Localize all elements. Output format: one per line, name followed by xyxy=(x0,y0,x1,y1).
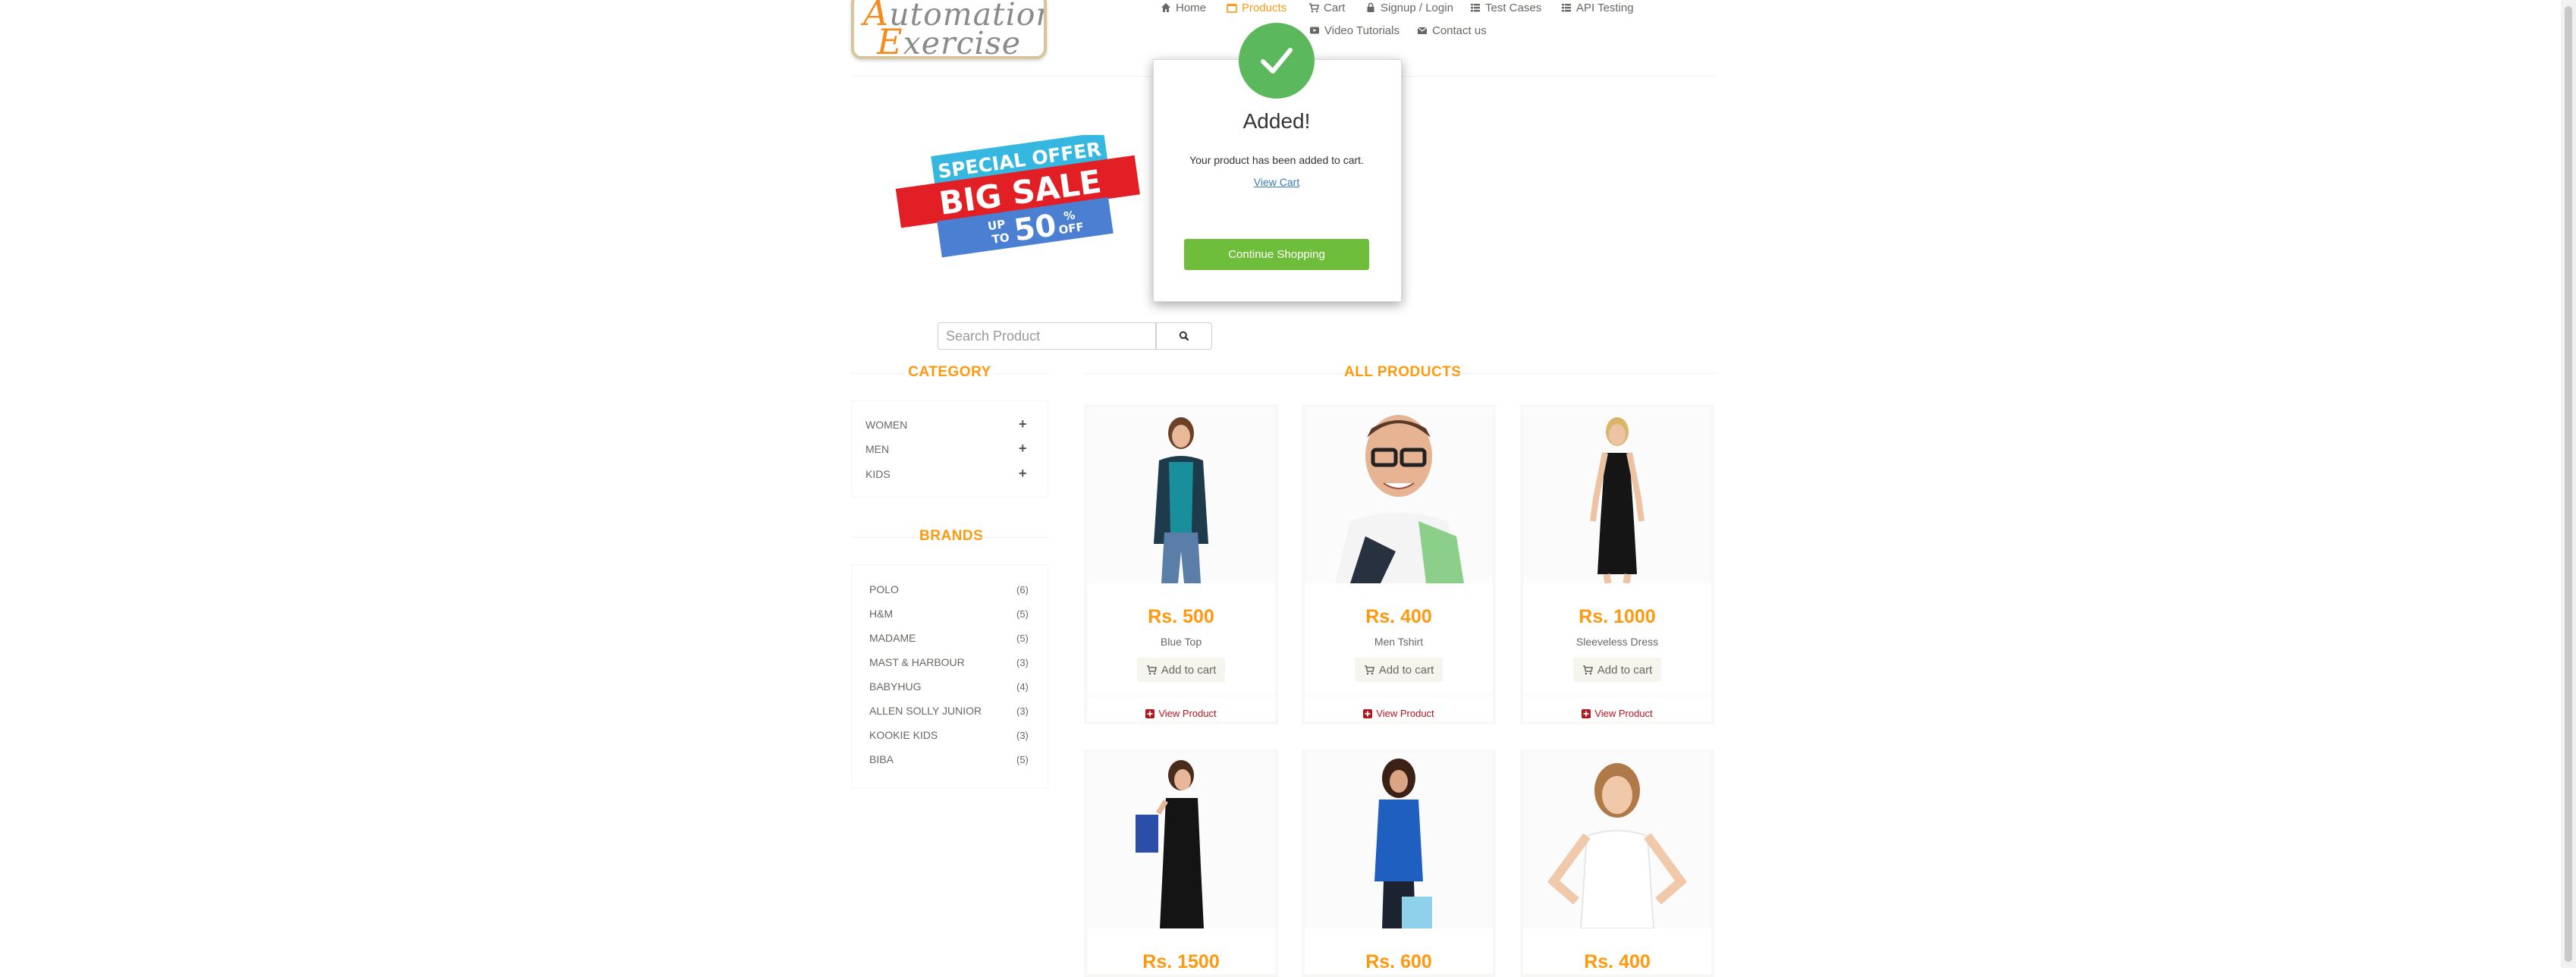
product-card: Rs. 500 Blue Top Add to cart View Produc… xyxy=(1084,404,1278,724)
brands-title: BRANDS xyxy=(919,528,984,544)
sale-banner: SPECIAL OFFER BIG SALE UP TO 50 % OFF xyxy=(895,135,1140,258)
lock-icon xyxy=(1367,2,1374,12)
modal-title: Added! xyxy=(1242,109,1311,133)
plus-icon[interactable]: + xyxy=(1019,416,1027,432)
nav-cart[interactable]: Cart xyxy=(1308,0,1345,15)
add-to-cart-button[interactable]: Add to cart xyxy=(1573,658,1661,682)
view-product-link[interactable]: View Product xyxy=(1523,708,1711,719)
brand-count: (5) xyxy=(1016,608,1029,620)
product-card: Rs. 600 xyxy=(1302,749,1496,977)
view-cart-link[interactable]: View Cart xyxy=(1153,176,1400,188)
brand-biba[interactable]: BIBA xyxy=(869,753,894,765)
category-women[interactable]: WOMEN xyxy=(865,419,907,431)
title-line xyxy=(980,537,1048,538)
banner-percent: 50 xyxy=(1012,208,1059,248)
scrollbar-thumb[interactable] xyxy=(2565,6,2572,962)
nav-test-cases[interactable]: Test Cases xyxy=(1470,0,1541,15)
envelope-icon xyxy=(1417,27,1428,34)
product-image[interactable] xyxy=(1305,407,1493,583)
cart-icon xyxy=(1364,665,1374,675)
plus-square-icon xyxy=(1145,708,1155,718)
youtube-icon xyxy=(1310,27,1319,34)
products-icon xyxy=(1227,4,1237,13)
search-icon xyxy=(1179,331,1189,341)
title-line xyxy=(851,537,919,538)
product-image[interactable] xyxy=(1523,752,1711,928)
nav-api-testing[interactable]: API Testing xyxy=(1561,0,1634,15)
search-button[interactable] xyxy=(1156,322,1212,350)
product-card: Rs. 400 Men Tshirt Add to cart View Prod… xyxy=(1302,404,1496,724)
brand-count: (4) xyxy=(1016,681,1029,693)
brand-babyhug[interactable]: BABYHUG xyxy=(869,680,921,693)
logo-text: xercise xyxy=(903,25,1021,59)
product-card: Rs. 1000 Sleeveless Dress Add to cart Vi… xyxy=(1520,404,1714,724)
product-name: Blue Top xyxy=(1160,636,1202,648)
list-icon xyxy=(1471,4,1480,12)
title-line xyxy=(1085,373,1344,374)
nav-video-tutorials[interactable]: Video Tutorials xyxy=(1309,23,1400,38)
product-price: Rs. 500 xyxy=(1148,606,1214,627)
product-image[interactable] xyxy=(1087,752,1275,928)
product-image[interactable] xyxy=(1305,752,1493,928)
all-products-title: ALL PRODUCTS xyxy=(1344,364,1462,380)
plus-icon[interactable]: + xyxy=(1019,466,1027,482)
product-image[interactable] xyxy=(1087,407,1275,583)
nav-signup-login[interactable]: Signup / Login xyxy=(1365,0,1453,15)
modal-message: Your product has been added to cart. xyxy=(1189,154,1364,166)
product-price: Rs. 400 xyxy=(1584,951,1651,972)
product-price: Rs. 1000 xyxy=(1579,606,1656,627)
title-line xyxy=(851,373,904,374)
success-check-icon xyxy=(1239,23,1315,99)
home-icon xyxy=(1161,3,1170,12)
category-title: CATEGORY xyxy=(908,364,991,380)
brand-kookie-kids[interactable]: KOOKIE KIDS xyxy=(869,729,938,741)
brand-count: (5) xyxy=(1016,633,1029,644)
brand-hm[interactable]: H&M xyxy=(869,608,893,620)
product-image[interactable] xyxy=(1523,407,1711,583)
cart-icon xyxy=(1582,665,1593,675)
brand-count: (5) xyxy=(1016,754,1029,765)
brand-count: (3) xyxy=(1016,730,1029,741)
search-input[interactable]: Search Product xyxy=(938,322,1156,350)
product-price: Rs. 1500 xyxy=(1142,951,1220,972)
plus-square-icon xyxy=(1363,708,1373,718)
title-line xyxy=(1455,373,1716,374)
title-line xyxy=(995,373,1048,374)
brand-madame[interactable]: MADAME xyxy=(869,632,916,644)
logo-text-cap: E xyxy=(877,21,903,59)
cart-icon xyxy=(1146,665,1157,675)
view-product-link[interactable]: View Product xyxy=(1087,708,1275,719)
plus-icon[interactable]: + xyxy=(1019,441,1027,457)
plus-square-icon xyxy=(1582,708,1591,718)
site-logo[interactable]: Automation Exercise xyxy=(851,0,1047,59)
category-men[interactable]: MEN xyxy=(865,443,889,455)
nav-products[interactable]: Products xyxy=(1227,0,1286,15)
brand-count: (3) xyxy=(1016,705,1029,717)
brand-mast-harbour[interactable]: MAST & HARBOUR xyxy=(869,656,965,668)
list-icon xyxy=(1562,4,1571,12)
product-price: Rs. 400 xyxy=(1365,606,1432,627)
brand-count: (6) xyxy=(1016,584,1029,595)
add-to-cart-button[interactable]: Add to cart xyxy=(1137,658,1225,682)
brand-allen-solly-junior[interactable]: ALLEN SOLLY JUNIOR xyxy=(869,705,982,717)
nav-contact-us[interactable]: Contact us xyxy=(1417,23,1487,38)
product-name: Sleeveless Dress xyxy=(1575,636,1659,648)
product-card: Rs. 400 xyxy=(1520,749,1714,977)
view-product-link[interactable]: View Product xyxy=(1305,708,1493,719)
product-price: Rs. 600 xyxy=(1365,951,1432,972)
continue-shopping-button[interactable]: Continue Shopping xyxy=(1184,239,1369,270)
brand-polo[interactable]: POLO xyxy=(869,583,899,595)
cart-icon xyxy=(1309,3,1319,13)
brand-count: (3) xyxy=(1016,657,1029,668)
add-to-cart-button[interactable]: Add to cart xyxy=(1355,658,1443,682)
banner-to: TO xyxy=(991,231,1010,247)
nav-home[interactable]: Home xyxy=(1161,0,1206,15)
category-kids[interactable]: KIDS xyxy=(865,468,891,480)
product-card: Rs. 1500 xyxy=(1084,749,1278,977)
product-name: Men Tshirt xyxy=(1374,636,1424,648)
